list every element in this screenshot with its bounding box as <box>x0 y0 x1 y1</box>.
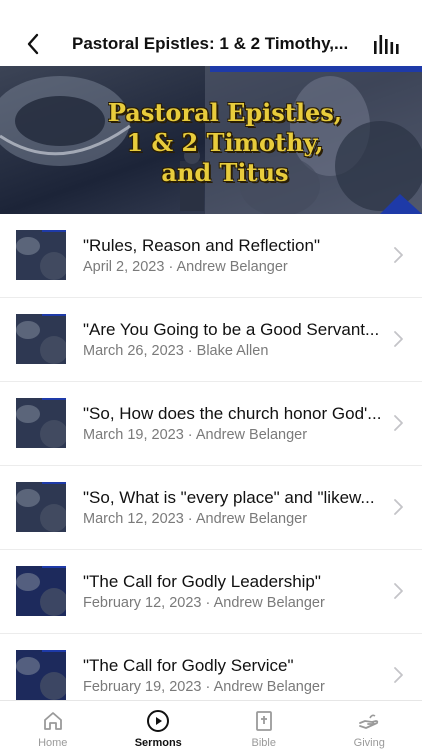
top-bar: Pastoral Epistles: 1 & 2 Timothy,... <box>0 22 422 66</box>
sermon-list: "Rules, Reason and Reflection" April 2, … <box>0 214 422 700</box>
chevron-right-icon <box>392 582 404 600</box>
giving-hand-icon <box>357 709 381 733</box>
chevron-right-icon <box>392 498 404 516</box>
audio-bars-button[interactable] <box>372 32 400 58</box>
tab-giving[interactable]: Giving <box>317 701 422 751</box>
banner-line-3: and Titus <box>60 158 390 188</box>
sermon-thumbnail <box>16 566 66 616</box>
play-circle-icon <box>146 709 170 733</box>
sermon-meta: April 2, 2023 · Andrew Belanger <box>83 259 383 275</box>
sermon-thumbnail <box>16 230 66 280</box>
sermon-meta: February 12, 2023 · Andrew Belanger <box>83 595 383 611</box>
sermon-title: "Rules, Reason and Reflection" <box>83 236 383 256</box>
sermon-meta: March 12, 2023 · Andrew Belanger <box>83 511 383 527</box>
sermon-meta: March 26, 2023 · Blake Allen <box>83 343 383 359</box>
sermon-list-item[interactable]: "The Call for Godly Leadership" February… <box>0 550 422 634</box>
tab-bible[interactable]: Bible <box>211 701 317 751</box>
tab-label: Home <box>0 737 106 749</box>
audio-bars-icon <box>372 32 400 58</box>
sermon-thumbnail <box>16 398 66 448</box>
chevron-left-icon <box>26 33 40 55</box>
tab-label: Sermons <box>106 737 212 749</box>
sermon-thumbnail <box>16 482 66 532</box>
sermon-title: "The Call for Godly Leadership" <box>83 572 383 592</box>
sermon-list-item[interactable]: "Are You Going to be a Good Servant... M… <box>0 298 422 382</box>
tab-sermons[interactable]: Sermons <box>106 701 212 751</box>
sermon-list-item[interactable]: "Rules, Reason and Reflection" April 2, … <box>0 214 422 298</box>
sermon-title: "Are You Going to be a Good Servant... <box>83 320 383 340</box>
chevron-right-icon <box>392 330 404 348</box>
sermon-thumbnail <box>16 314 66 364</box>
status-bar <box>0 0 422 22</box>
sermon-meta: March 19, 2023 · Andrew Belanger <box>83 427 383 443</box>
sermon-title: "So, What is "every place" and "likew... <box>83 488 383 508</box>
home-icon <box>41 709 65 733</box>
tab-home[interactable]: Home <box>0 701 106 751</box>
back-button[interactable] <box>18 30 48 58</box>
chevron-right-icon <box>392 246 404 264</box>
page-title: Pastoral Epistles: 1 & 2 Timothy,... <box>72 22 352 66</box>
tab-label: Giving <box>317 737 422 749</box>
sermon-list-item[interactable]: "The Call for Godly Service" February 19… <box>0 634 422 700</box>
sermon-list-item[interactable]: "So, How does the church honor God'... M… <box>0 382 422 466</box>
sermon-meta: February 19, 2023 · Andrew Belanger <box>83 679 383 695</box>
sermon-list-item[interactable]: "So, What is "every place" and "likew...… <box>0 466 422 550</box>
banner-line-2: 1 & 2 Timothy, <box>60 128 390 158</box>
series-banner: Pastoral Epistles, 1 & 2 Timothy, and Ti… <box>0 66 422 214</box>
chevron-right-icon <box>392 666 404 684</box>
tab-label: Bible <box>211 737 317 749</box>
tab-bar: Home Sermons Bible Giving <box>0 700 422 751</box>
banner-line-1: Pastoral Epistles, <box>60 98 390 128</box>
sermon-title: "So, How does the church honor God'... <box>83 404 383 424</box>
bible-icon <box>252 709 276 733</box>
banner-title: Pastoral Epistles, 1 & 2 Timothy, and Ti… <box>60 98 390 188</box>
sermon-thumbnail <box>16 650 66 700</box>
sermon-title: "The Call for Godly Service" <box>83 656 383 676</box>
chevron-right-icon <box>392 414 404 432</box>
